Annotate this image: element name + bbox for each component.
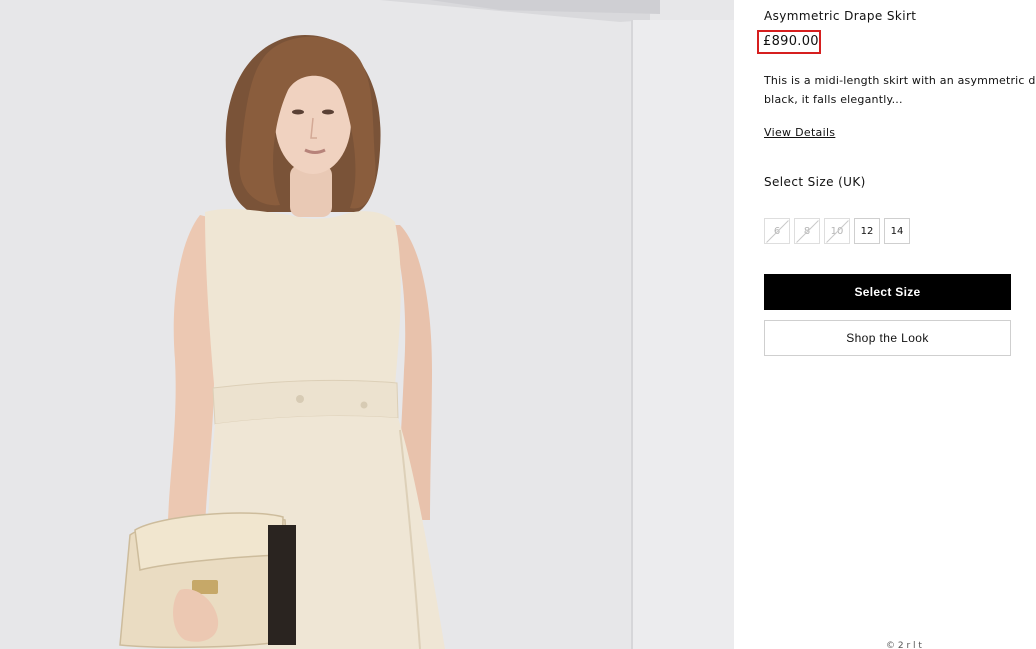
product-title: Asymmetric Drape Skirt <box>764 9 917 23</box>
description-line: This is a midi-length skirt with an asym… <box>764 74 1036 87</box>
size-option-8[interactable]: 8 <box>794 218 820 244</box>
product-info-panel: Asymmetric Drape Skirt £890.00 This is a… <box>734 0 1036 649</box>
description-line: black, it falls elegantly... <box>764 93 903 106</box>
select-size-button[interactable]: Select Size <box>764 274 1011 310</box>
size-option-6[interactable]: 6 <box>764 218 790 244</box>
product-description: This is a midi-length skirt with an asym… <box>764 71 1036 109</box>
size-option-10[interactable]: 10 <box>824 218 850 244</box>
product-image[interactable] <box>0 0 734 649</box>
size-label: Select Size (UK) <box>764 175 866 189</box>
product-price: £890.00 <box>763 34 819 49</box>
shop-the-look-button[interactable]: Shop the Look <box>764 320 1011 356</box>
size-option-14[interactable]: 14 <box>884 218 910 244</box>
model-illustration <box>0 0 734 649</box>
footnote-text: © 2 r l t <box>886 641 922 649</box>
view-details-link[interactable]: View Details <box>764 126 835 139</box>
size-selector: 6 8 10 12 14 <box>764 218 910 244</box>
size-option-12[interactable]: 12 <box>854 218 880 244</box>
